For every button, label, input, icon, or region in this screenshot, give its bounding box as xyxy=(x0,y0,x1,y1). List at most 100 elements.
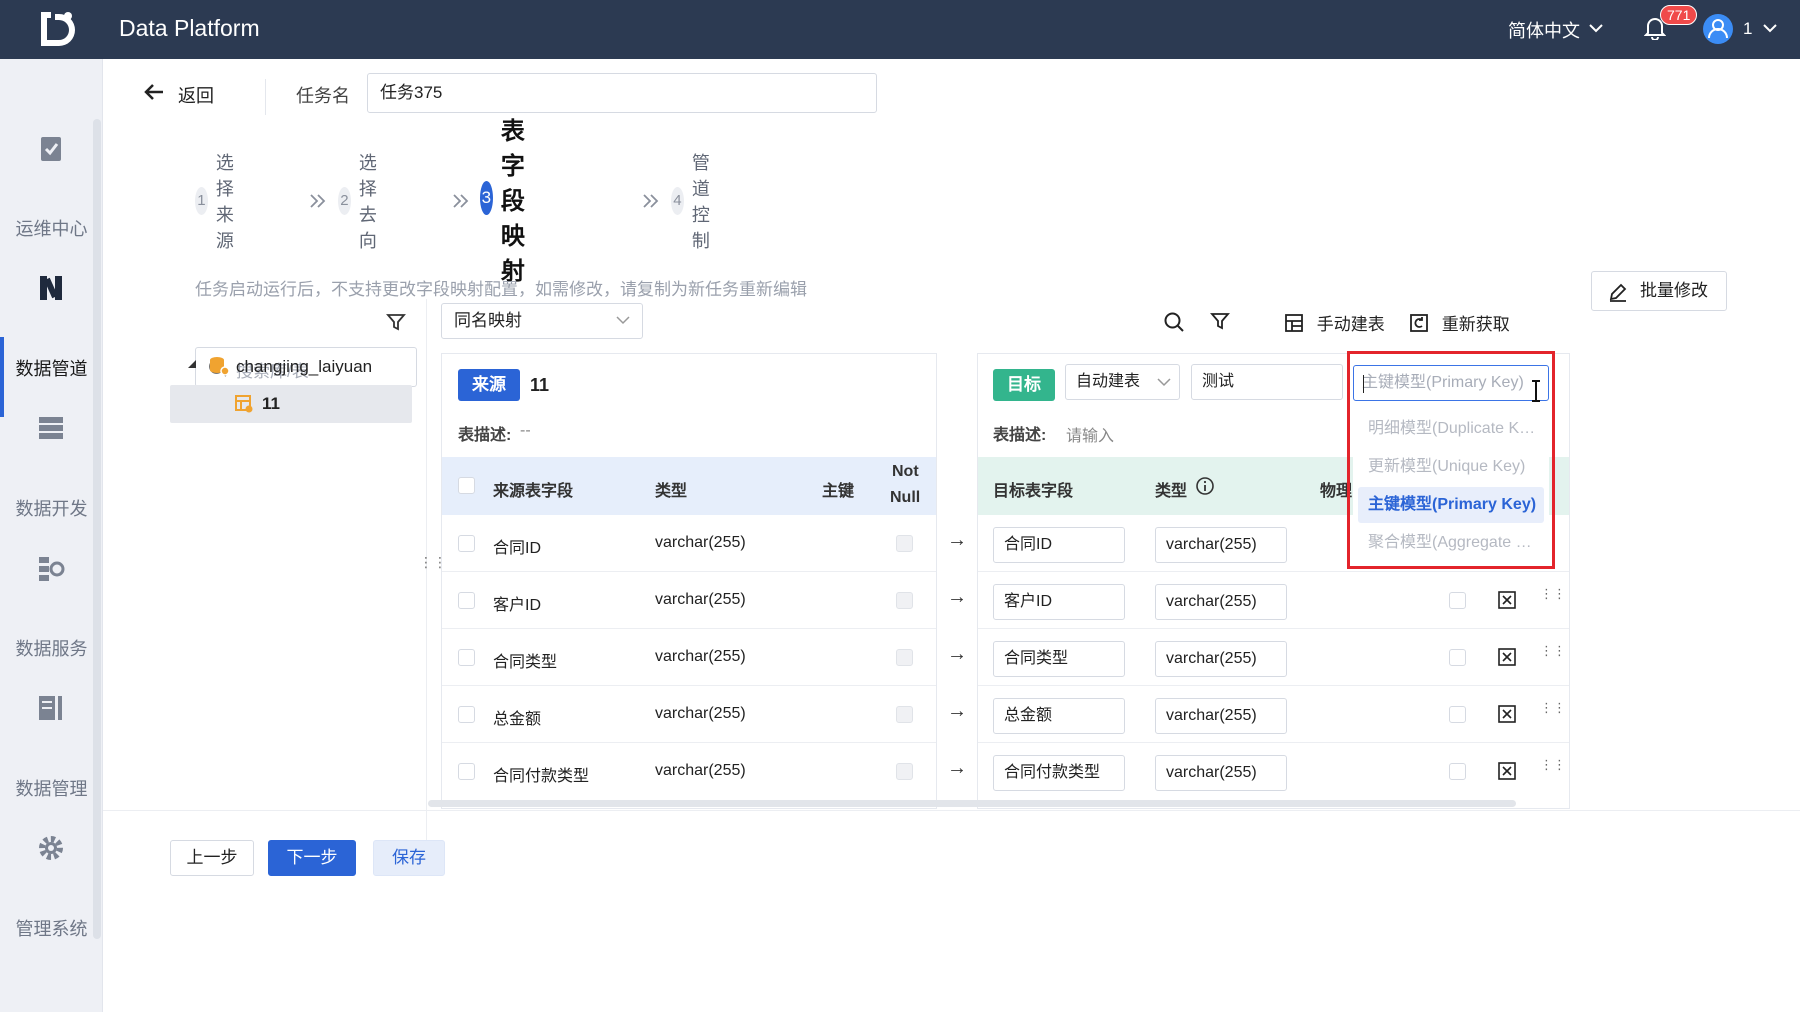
target-type-input[interactable]: varchar(255) xyxy=(1155,698,1287,734)
next-step-button[interactable]: 下一步 xyxy=(268,840,356,876)
sidebar: 运维中心 数据管道 数据开发 数据服务 数据管理 管理系统 xyxy=(0,59,103,1012)
mapping-mode-select[interactable]: 同名映射 xyxy=(441,303,643,339)
prev-step-button[interactable]: 上一步 xyxy=(170,840,254,876)
search-icon[interactable] xyxy=(1163,311,1185,333)
filter-icon[interactable] xyxy=(386,312,406,332)
target-desc-input[interactable]: 请输入 xyxy=(1066,422,1114,446)
sidebar-item-label: 数据管道 xyxy=(15,359,88,379)
target-field-input[interactable]: 合同付款类型 xyxy=(993,755,1125,791)
drag-handle-icon[interactable]: ⋮⋮ xyxy=(1540,644,1566,657)
delete-icon[interactable] xyxy=(1498,591,1516,609)
source-desc-label: 表描述: xyxy=(458,427,512,444)
horizontal-scrollbar[interactable] xyxy=(428,800,1516,807)
sidebar-item-label: 数据开发 xyxy=(15,499,88,519)
step-label: 选择来源 xyxy=(215,153,234,251)
sidebar-item-data-service[interactable]: 数据服务 xyxy=(0,519,103,659)
source-field: 合同类型 xyxy=(493,654,558,671)
arrow-left-icon[interactable] xyxy=(143,83,165,101)
drag-handle-icon[interactable]: ⋮⋮ xyxy=(1540,701,1566,714)
table-model-placeholder: 主键模型(Primary Key) xyxy=(1362,374,1524,391)
target-table-name-input[interactable]: 测试 xyxy=(1191,364,1343,400)
row-checkbox[interactable] xyxy=(458,706,475,723)
text-cursor xyxy=(1363,375,1364,393)
source-panel: 来源 11 表描述: -- 来源表字段 类型 主键 Not Null 合同ID … xyxy=(441,353,937,809)
sidebar-item-label: 数据管理 xyxy=(15,779,88,799)
refetch-button[interactable]: 重新获取 xyxy=(1409,310,1510,335)
text-cursor-icon xyxy=(1532,380,1540,402)
filter-icon[interactable] xyxy=(1210,311,1230,331)
model-option-aggregate[interactable]: 聚合模型(Aggregate … xyxy=(1358,525,1544,561)
manual-create-label: 手动建表 xyxy=(1316,315,1385,334)
target-type-input[interactable]: varchar(255) xyxy=(1155,584,1287,620)
chevron-down-icon[interactable] xyxy=(1762,22,1778,34)
caret-down-icon[interactable] xyxy=(187,359,197,369)
create-mode-select[interactable]: 自动建表 xyxy=(1065,364,1180,400)
target-field-input[interactable]: 客户ID xyxy=(993,584,1125,620)
target-type-input[interactable]: varchar(255) xyxy=(1155,641,1287,677)
sidebar-item-system[interactable]: 管理系统 xyxy=(0,799,103,939)
row-checkbox[interactable] xyxy=(458,763,475,780)
physical-checkbox[interactable] xyxy=(1449,706,1466,723)
physical-checkbox[interactable] xyxy=(1449,592,1466,609)
arrow-right-icon: → xyxy=(947,757,967,779)
col-physical: 物理 xyxy=(1320,483,1353,500)
delete-icon[interactable] xyxy=(1498,762,1516,780)
physical-checkbox[interactable] xyxy=(1449,649,1466,666)
table-row: 总金额 varchar(255) ⋮⋮ xyxy=(978,686,1569,743)
source-field: 合同ID xyxy=(493,540,542,557)
service-icon xyxy=(39,557,65,581)
tree-table-item[interactable]: 11 xyxy=(170,385,412,423)
step-label: 管道控制 xyxy=(691,153,710,251)
app-logo-icon[interactable] xyxy=(37,8,79,50)
task-name-input[interactable]: 任务375 xyxy=(367,73,877,113)
model-option-primary[interactable]: 主键模型(Primary Key) xyxy=(1358,487,1544,523)
delete-icon[interactable] xyxy=(1498,648,1516,666)
target-type-input[interactable]: varchar(255) xyxy=(1155,527,1287,563)
table-row: 客户ID varchar(255) xyxy=(442,572,936,629)
edit-icon xyxy=(1609,283,1627,302)
manual-create-table-button[interactable]: 手动建表 xyxy=(1284,310,1385,335)
language-selector[interactable]: 简体中文 xyxy=(1508,17,1580,43)
sidebar-item-data-dev[interactable]: 数据开发 xyxy=(0,379,103,519)
step-select-source: 1 选择来源 xyxy=(195,153,249,251)
source-tag: 来源 xyxy=(458,369,520,401)
row-checkbox[interactable] xyxy=(458,535,475,552)
notice-text: 任务启动运行后，不支持更改字段映射配置，如需修改，请复制为新任务重新编辑 xyxy=(195,280,807,299)
avatar[interactable] xyxy=(1703,14,1733,44)
sidebar-item-data-pipeline[interactable]: 数据管道 xyxy=(0,239,103,379)
top-bar: Data Platform 简体中文 771 1 xyxy=(0,0,1800,59)
select-all-checkbox[interactable] xyxy=(458,477,475,494)
batch-edit-button[interactable]: 批量修改 xyxy=(1591,271,1727,311)
delete-icon[interactable] xyxy=(1498,705,1516,723)
sidebar-item-ops-center[interactable]: 运维中心 xyxy=(0,99,103,239)
row-checkbox[interactable] xyxy=(458,592,475,609)
source-table-header: 来源表字段 类型 主键 Not Null xyxy=(442,457,936,515)
table-row: 合同付款类型 varchar(255) xyxy=(442,743,936,800)
target-field-input[interactable]: 合同ID xyxy=(993,527,1125,563)
back-button[interactable]: 返回 xyxy=(178,82,214,108)
info-icon[interactable] xyxy=(1195,476,1215,496)
sidebar-item-label: 数据服务 xyxy=(15,639,88,659)
target-type-input[interactable]: varchar(255) xyxy=(1155,755,1287,791)
user-name[interactable]: 1 xyxy=(1743,19,1752,39)
table-model-select[interactable]: 主键模型(Primary Key) xyxy=(1353,365,1549,401)
table-model-dropdown: 明细模型(Duplicate K… 更新模型(Unique Key) 主键模型(… xyxy=(1353,407,1549,563)
model-option-duplicate[interactable]: 明细模型(Duplicate K… xyxy=(1358,411,1544,447)
target-field-input[interactable]: 合同类型 xyxy=(993,641,1125,677)
row-checkbox[interactable] xyxy=(458,649,475,666)
arrow-right-icon: → xyxy=(947,643,967,665)
drag-handle-icon[interactable]: ⋮⋮ xyxy=(1540,758,1566,771)
step-field-mapping: 3 表字段映射 xyxy=(480,118,546,285)
tree-database-label[interactable]: changjing_laiyuan xyxy=(236,357,372,377)
source-field: 总金额 xyxy=(493,711,542,728)
physical-checkbox[interactable] xyxy=(1449,763,1466,780)
database-icon xyxy=(210,357,230,376)
target-field-input[interactable]: 总金额 xyxy=(993,698,1125,734)
save-button[interactable]: 保存 xyxy=(373,840,445,876)
sidebar-item-data-manage[interactable]: 数据管理 xyxy=(0,659,103,799)
model-option-unique[interactable]: 更新模型(Unique Key) xyxy=(1358,449,1544,485)
target-tag: 目标 xyxy=(993,369,1055,401)
drag-handle-icon[interactable]: ⋮⋮ xyxy=(1540,587,1566,600)
chevron-down-icon[interactable] xyxy=(1588,22,1604,34)
source-type: varchar(255) xyxy=(655,648,746,665)
